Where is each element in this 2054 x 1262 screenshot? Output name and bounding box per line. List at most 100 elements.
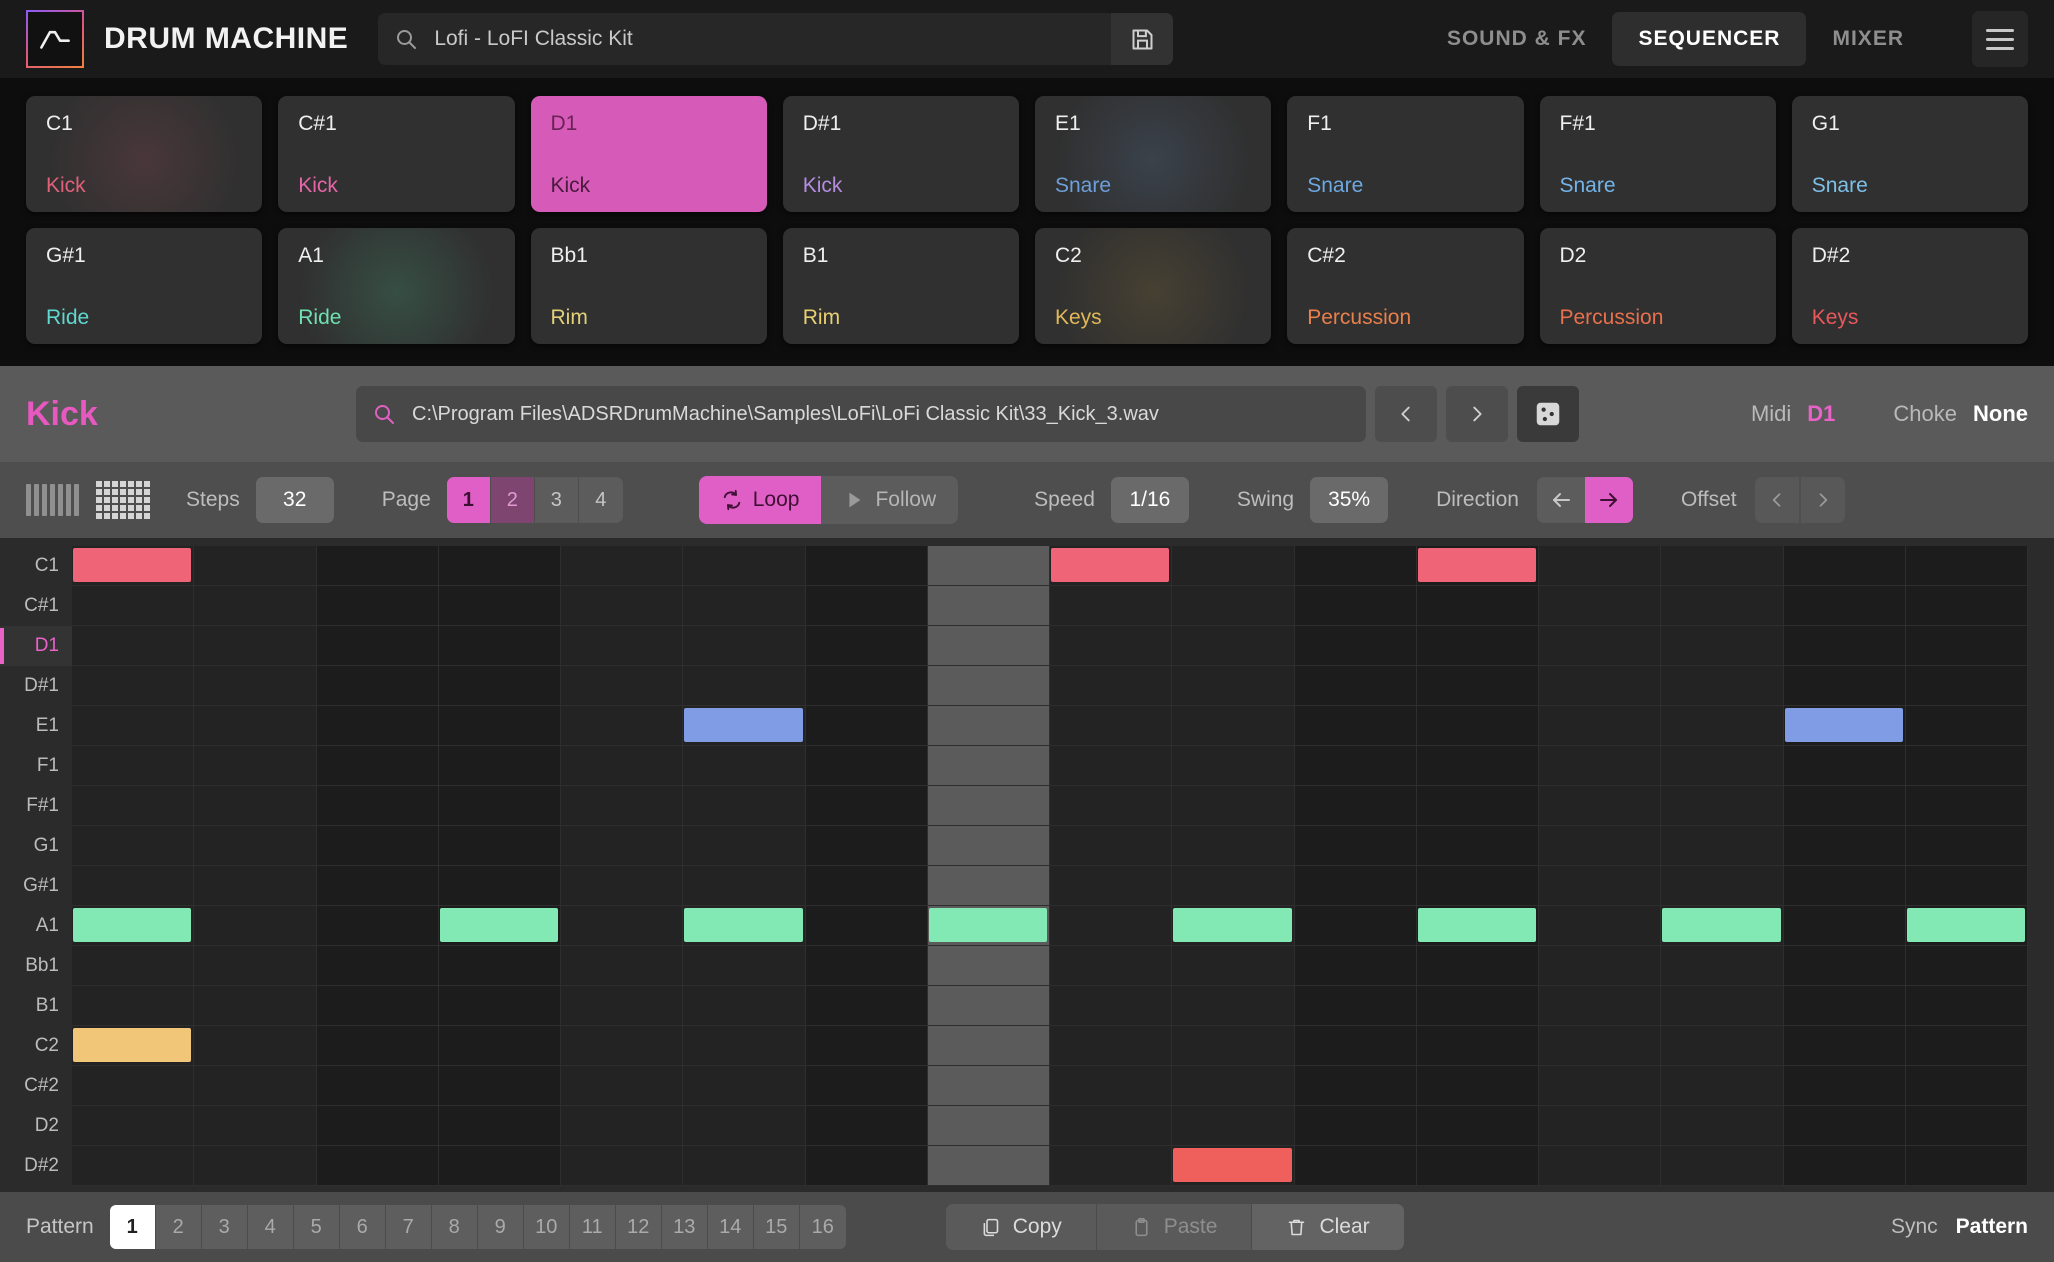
step-cell[interactable] bbox=[438, 1066, 561, 1106]
clear-button[interactable]: Clear bbox=[1252, 1204, 1404, 1250]
row-label-Dsharp1[interactable]: D#1 bbox=[0, 666, 72, 706]
grid-view-icon[interactable] bbox=[96, 481, 150, 519]
step-cell[interactable] bbox=[1416, 946, 1539, 986]
step-cell[interactable] bbox=[1539, 986, 1662, 1026]
step-cell[interactable] bbox=[438, 666, 561, 706]
tab-sequencer[interactable]: SEQUENCER bbox=[1612, 12, 1807, 66]
pad-Bb1[interactable]: Bb1 Rim bbox=[530, 228, 767, 344]
step-grid[interactable] bbox=[72, 546, 2028, 1186]
step-cell[interactable] bbox=[316, 746, 439, 786]
step-cell[interactable] bbox=[561, 946, 684, 986]
step-cell[interactable] bbox=[1661, 1026, 1784, 1066]
pattern-button-3[interactable]: 3 bbox=[201, 1205, 248, 1249]
step-cell[interactable] bbox=[1416, 586, 1539, 626]
pad-D1[interactable]: D1 Kick bbox=[530, 96, 767, 212]
offset-next-button[interactable] bbox=[1800, 477, 1845, 523]
step-cell[interactable] bbox=[561, 666, 684, 706]
step-cell[interactable] bbox=[438, 866, 561, 906]
step-cell[interactable] bbox=[438, 786, 561, 826]
step-cell[interactable] bbox=[805, 546, 928, 586]
step-cell[interactable] bbox=[1661, 906, 1784, 946]
step-cell[interactable] bbox=[1661, 1106, 1784, 1146]
sync-value[interactable]: Pattern bbox=[1956, 1215, 2028, 1239]
step-cell[interactable] bbox=[194, 746, 317, 786]
step-cell[interactable] bbox=[1294, 626, 1417, 666]
step-cell[interactable] bbox=[805, 666, 928, 706]
page-button-2[interactable]: 2 bbox=[490, 477, 535, 523]
step-cell[interactable] bbox=[683, 986, 806, 1026]
step-cell[interactable] bbox=[561, 1066, 684, 1106]
step-cell[interactable] bbox=[1783, 1146, 1906, 1186]
row-label-E1[interactable]: E1 bbox=[0, 706, 72, 746]
step-cell[interactable] bbox=[1416, 906, 1539, 946]
step-cell[interactable] bbox=[72, 706, 195, 746]
step-cell[interactable] bbox=[1661, 866, 1784, 906]
step-cell[interactable] bbox=[72, 666, 195, 706]
step-cell[interactable] bbox=[927, 706, 1050, 746]
step-cell[interactable] bbox=[805, 906, 928, 946]
step-cell[interactable] bbox=[561, 586, 684, 626]
row-label-D2[interactable]: D2 bbox=[0, 1106, 72, 1146]
step-cell[interactable] bbox=[927, 626, 1050, 666]
step-cell[interactable] bbox=[1783, 986, 1906, 1026]
step-cell[interactable] bbox=[1416, 866, 1539, 906]
step-cell[interactable] bbox=[1050, 546, 1173, 586]
step-cell[interactable] bbox=[927, 986, 1050, 1026]
step-cell[interactable] bbox=[1905, 866, 2028, 906]
step-cell[interactable] bbox=[1294, 1066, 1417, 1106]
pad-Fsharp1[interactable]: F#1 Snare bbox=[1539, 96, 1776, 212]
step-cell[interactable] bbox=[683, 706, 806, 746]
step-cell[interactable] bbox=[194, 786, 317, 826]
step-cell[interactable] bbox=[1905, 786, 2028, 826]
pattern-button-5[interactable]: 5 bbox=[293, 1205, 340, 1249]
step-cell[interactable] bbox=[1661, 1146, 1784, 1186]
step-cell[interactable] bbox=[927, 746, 1050, 786]
step-cell[interactable] bbox=[316, 1106, 439, 1146]
step-cell[interactable] bbox=[1294, 786, 1417, 826]
step-cell[interactable] bbox=[927, 1146, 1050, 1186]
random-sample-button[interactable] bbox=[1517, 386, 1579, 442]
step-cell[interactable] bbox=[1294, 906, 1417, 946]
step-cell[interactable] bbox=[1539, 1026, 1662, 1066]
pad-C1[interactable]: C1 Kick bbox=[26, 96, 263, 212]
step-cell[interactable] bbox=[194, 1146, 317, 1186]
step-cell[interactable] bbox=[1294, 706, 1417, 746]
step-cell[interactable] bbox=[1905, 586, 2028, 626]
step-cell[interactable] bbox=[72, 546, 195, 586]
step-cell[interactable] bbox=[683, 626, 806, 666]
speed-value[interactable]: 1/16 bbox=[1110, 477, 1189, 523]
step-cell[interactable] bbox=[72, 626, 195, 666]
step-cell[interactable] bbox=[1539, 626, 1662, 666]
note-block[interactable] bbox=[684, 708, 803, 742]
step-cell[interactable] bbox=[1905, 986, 2028, 1026]
step-cell[interactable] bbox=[194, 546, 317, 586]
pattern-button-16[interactable]: 16 bbox=[799, 1205, 846, 1249]
step-cell[interactable] bbox=[72, 866, 195, 906]
step-cell[interactable] bbox=[1050, 706, 1173, 746]
step-cell[interactable] bbox=[194, 1066, 317, 1106]
step-cell[interactable] bbox=[683, 1066, 806, 1106]
note-block[interactable] bbox=[73, 908, 192, 942]
step-cell[interactable] bbox=[72, 1026, 195, 1066]
step-cell[interactable] bbox=[316, 906, 439, 946]
step-cell[interactable] bbox=[1294, 746, 1417, 786]
step-cell[interactable] bbox=[927, 826, 1050, 866]
step-cell[interactable] bbox=[1783, 586, 1906, 626]
note-block[interactable] bbox=[928, 908, 1047, 942]
direction-forward-button[interactable] bbox=[1584, 477, 1633, 523]
swing-value[interactable]: 35% bbox=[1310, 477, 1389, 523]
step-cell[interactable] bbox=[805, 866, 928, 906]
paste-button[interactable]: Paste bbox=[1096, 1204, 1253, 1250]
step-cell[interactable] bbox=[316, 626, 439, 666]
step-cell[interactable] bbox=[683, 1146, 806, 1186]
note-block[interactable] bbox=[1051, 548, 1170, 582]
note-block[interactable] bbox=[1906, 908, 2025, 942]
step-cell[interactable] bbox=[805, 946, 928, 986]
pattern-button-15[interactable]: 15 bbox=[753, 1205, 800, 1249]
pattern-button-14[interactable]: 14 bbox=[707, 1205, 754, 1249]
step-cell[interactable] bbox=[561, 746, 684, 786]
note-block[interactable] bbox=[439, 908, 558, 942]
row-label-A1[interactable]: A1 bbox=[0, 906, 72, 946]
step-cell[interactable] bbox=[1539, 786, 1662, 826]
step-cell[interactable] bbox=[1294, 1106, 1417, 1146]
